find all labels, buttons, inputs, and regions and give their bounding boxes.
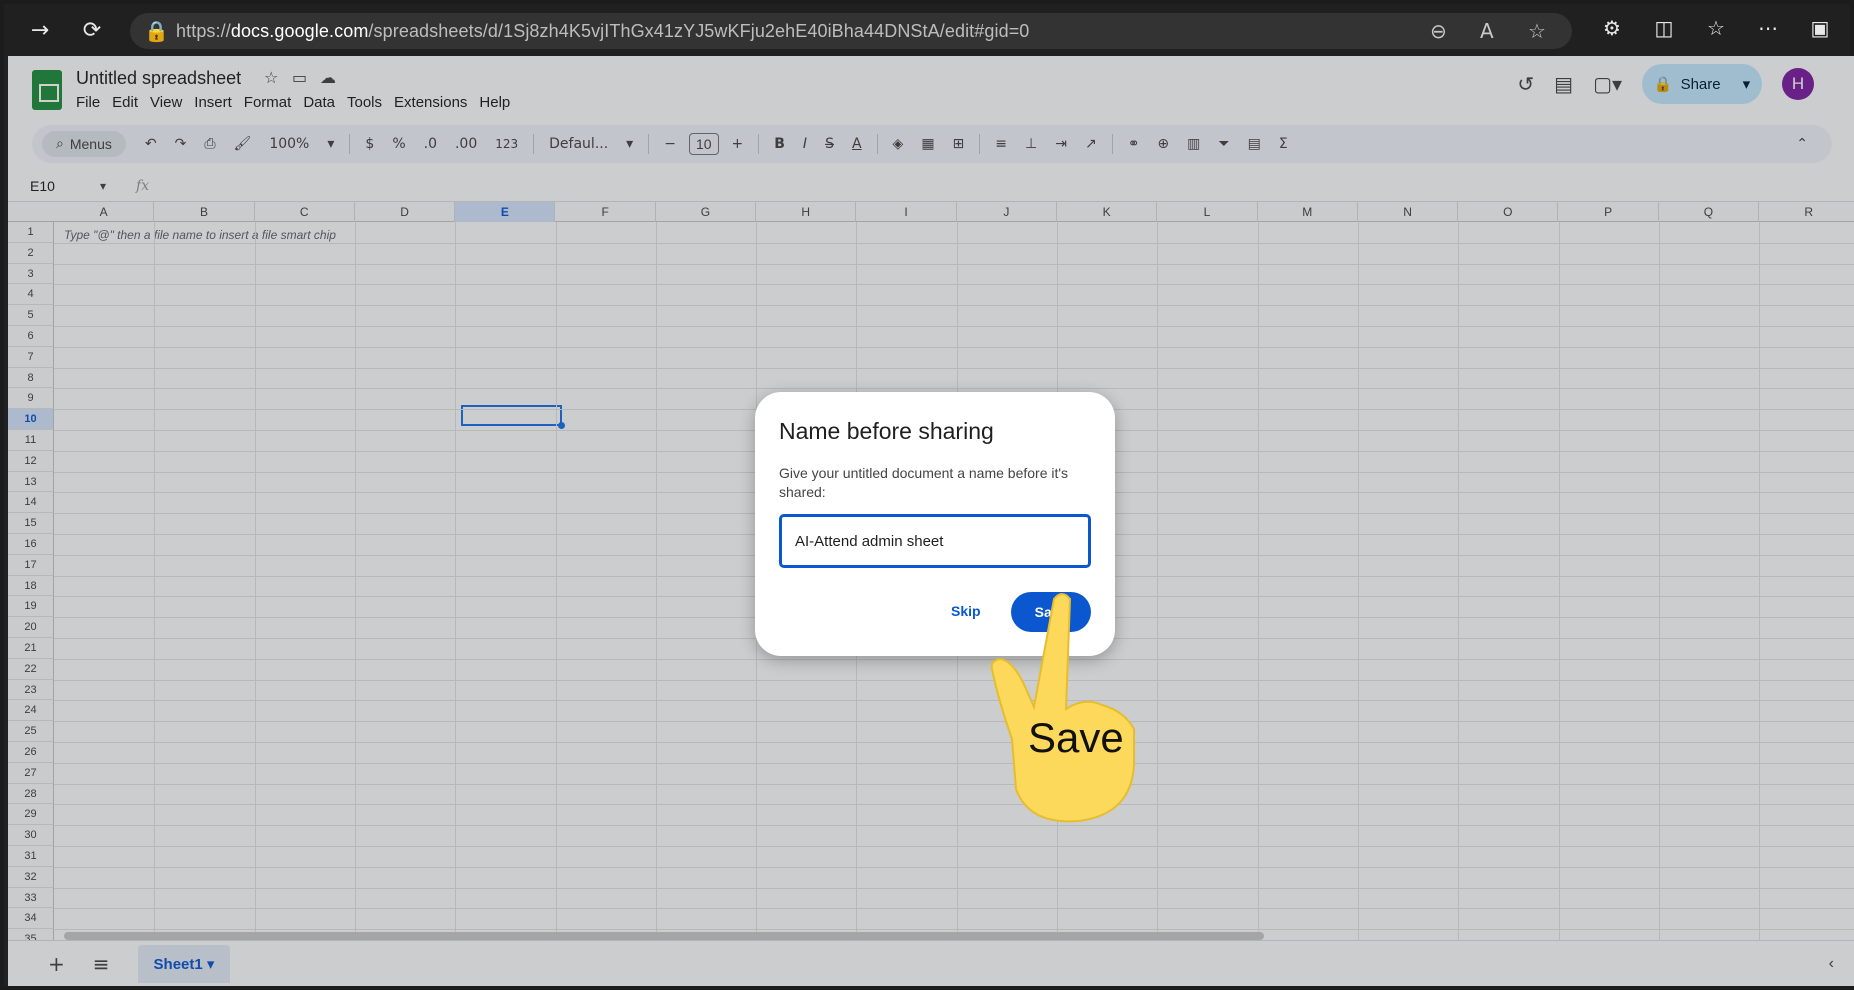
split-screen-icon[interactable]: ◫ (1642, 16, 1686, 40)
browser-right-icons: ⚙ ◫ ☆ ⋯ ▣ (1590, 16, 1842, 40)
url-text[interactable]: https://docs.google.com/spreadsheets/d/1… (176, 21, 1029, 42)
browser-window: → ⟳ 🔒 https://docs.google.com/spreadshee… (0, 0, 1854, 990)
forward-arrow-icon[interactable]: → (18, 18, 62, 43)
extensions-icon[interactable]: ⚙ (1590, 16, 1634, 40)
skip-button[interactable]: Skip (951, 603, 981, 619)
favorites-icon[interactable]: ☆ (1694, 16, 1738, 40)
zoom-out-icon[interactable]: ⊖ (1430, 19, 1447, 43)
dialog-message: Give your untitled document a name befor… (779, 465, 1069, 500)
read-aloud-icon[interactable]: A (1480, 19, 1494, 43)
hand-shape (990, 593, 1135, 823)
annotation-label: Save (1028, 714, 1124, 761)
browser-toolbar: → ⟳ 🔒 https://docs.google.com/spreadshee… (4, 4, 1850, 56)
pointing-hand-icon (990, 593, 1135, 823)
address-bar[interactable]: 🔒 https://docs.google.com/spreadsheets/d… (130, 13, 1572, 49)
dialog-title: Name before sharing (779, 418, 994, 444)
favorite-star-icon[interactable]: ☆ (1528, 19, 1546, 43)
reload-icon[interactable]: ⟳ (70, 18, 114, 43)
document-name-input[interactable] (779, 514, 1091, 568)
sidebar-icon[interactable]: ▣ (1798, 16, 1842, 40)
site-info-icon[interactable]: 🔒 (144, 19, 169, 43)
more-icon[interactable]: ⋯ (1746, 16, 1790, 40)
